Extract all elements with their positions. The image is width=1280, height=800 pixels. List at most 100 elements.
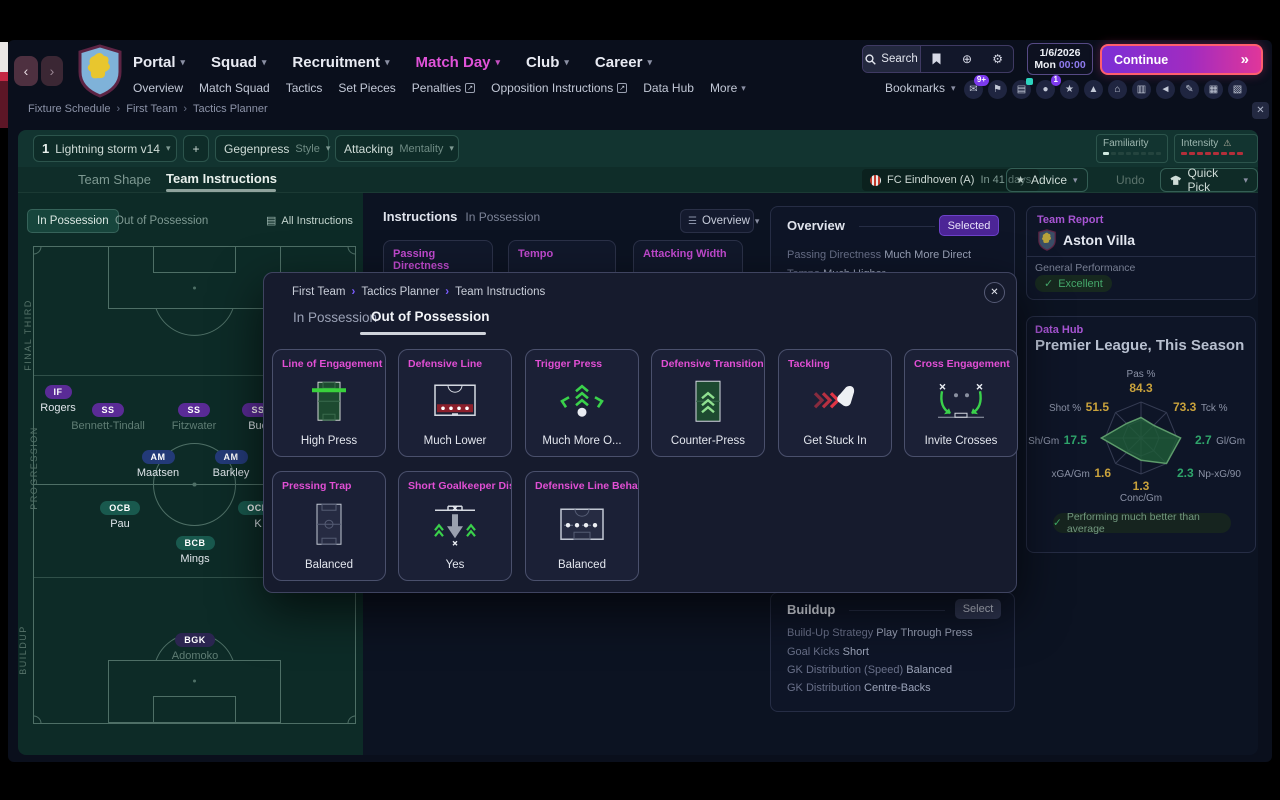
scouting-button[interactable]: ⌂ (1108, 80, 1127, 99)
training-button[interactable]: ▲ (1084, 80, 1103, 99)
external-link-icon: ↗ (617, 83, 628, 93)
divider (1027, 256, 1255, 257)
player-pau[interactable]: OCB Pau (65, 498, 175, 530)
subnav-overview[interactable]: Overview (133, 81, 183, 95)
overview-selected-button[interactable]: Selected (939, 215, 999, 236)
card-cross-engagement[interactable]: Cross Engagement Invite Crosses (904, 349, 1018, 457)
modal-tab-in-possession[interactable]: In Possession (293, 310, 377, 325)
player-mings[interactable]: BCB Mings (140, 533, 250, 565)
chevron-down-icon: ▾ (165, 143, 171, 153)
nav-club[interactable]: Club ▾ (526, 54, 569, 71)
nav-squad[interactable]: Squad ▾ (211, 54, 266, 71)
breadcrumb-fixture-schedule[interactable]: Fixture Schedule (28, 103, 111, 115)
competitions-button[interactable]: ★ (1060, 80, 1079, 99)
subnav-data-hub[interactable]: Data Hub (643, 81, 694, 95)
back-icon: ‹ (23, 63, 29, 79)
search-button[interactable]: Search (863, 46, 921, 72)
card-line-of-engagement[interactable]: Line of Engagement High Press (272, 349, 386, 457)
calendar-button[interactable]: ▦ (1204, 80, 1223, 99)
subnav-opposition-instructions[interactable]: Opposition Instructions ↗ (491, 81, 628, 95)
buildup-summary-panel: Buildup Select Build-Up Strategy Play Th… (770, 592, 1015, 712)
instruction-card-tempo[interactable]: Tempo (508, 240, 616, 276)
undo-button[interactable]: Undo (1116, 173, 1145, 187)
chevron-down-icon: ▾ (384, 56, 390, 67)
card-pressing-trap[interactable]: Pressing Trap Balanced (272, 471, 386, 581)
schedule-button[interactable]: ● 1 (1036, 75, 1061, 99)
news-button[interactable]: ▥ (1132, 80, 1151, 99)
modal-breadcrumb-tactics-planner[interactable]: Tactics Planner (361, 286, 439, 298)
player-role: AM (141, 450, 175, 464)
forward-button[interactable]: › (41, 56, 63, 86)
defensive-transition-icon (695, 380, 721, 422)
instruction-card-attacking-width[interactable]: Attacking Width (633, 240, 743, 276)
data-hub-badge-text: Performing much better than average (1066, 511, 1200, 535)
modal-breadcrumb-team-instructions[interactable]: Team Instructions (455, 286, 545, 298)
nav-career[interactable]: Career ▾ (595, 54, 652, 71)
reports-button[interactable]: ▤ (1012, 78, 1033, 99)
chevron-down-icon: ▾ (951, 82, 956, 93)
subnav-tactics[interactable]: Tactics (286, 81, 323, 95)
nav-recruitment[interactable]: Recruitment ▾ (292, 54, 389, 71)
schedule-badge: 1 (1050, 75, 1061, 86)
player-adomoko[interactable]: BGK Adomoko (140, 630, 250, 662)
megaphone-icon: ◄ (1160, 84, 1171, 95)
breadcrumb-first-team[interactable]: First Team (126, 103, 177, 115)
bookmarks-dropdown[interactable]: Bookmarks ▾ (885, 81, 956, 95)
defensive-line-behaviour-icon (560, 508, 604, 540)
search-players-button[interactable]: ✎ (1180, 80, 1199, 99)
card-defensive-transition[interactable]: Defensive Transition Counter-Press (651, 349, 765, 457)
quick-pick-button[interactable]: Quick Pick ▾ (1160, 166, 1258, 194)
modal-tab-out-of-possession[interactable]: Out of Possession (371, 309, 490, 324)
modal-close-button[interactable]: ✕ (984, 282, 1005, 303)
search-icon (865, 53, 877, 65)
advice-button[interactable]: ★ Advice ▾ (1006, 168, 1088, 192)
card-trigger-press[interactable]: Trigger Press Much More O... (525, 349, 639, 457)
squad-button[interactable]: ⚑ (988, 80, 1007, 99)
back-button[interactable]: ‹ (14, 56, 38, 86)
subnav-penalties[interactable]: Penalties ↗ (412, 81, 476, 95)
world-button[interactable]: ⊕ (952, 46, 983, 72)
breadcrumb-tactics-planner[interactable]: Tactics Planner (193, 103, 268, 115)
subnav-set-pieces[interactable]: Set Pieces (338, 81, 395, 95)
tab-team-shape[interactable]: Team Shape (78, 172, 151, 187)
continue-button[interactable]: Continue » (1100, 44, 1263, 75)
summary-row: GK Distribution (Speed) Balanced (787, 664, 953, 676)
close-page-button[interactable]: ✕ (1252, 102, 1269, 119)
inbox-button[interactable]: ✉ 9+ (964, 75, 989, 99)
tab-team-instructions[interactable]: Team Instructions (166, 171, 277, 186)
modal-breadcrumb-first-team[interactable]: First Team (292, 286, 345, 298)
chevron-down-icon: ▾ (564, 56, 569, 67)
buildup-select-button[interactable]: Select (955, 599, 1001, 619)
tactic-select[interactable]: 1 Lightning storm v14 ▾ (33, 135, 177, 162)
all-instructions-button[interactable]: ▤ All Instructions (266, 214, 353, 228)
chevron-down-icon: ▾ (1243, 174, 1248, 185)
card-defensive-line[interactable]: Defensive Line Much Lower (398, 349, 512, 457)
instruction-card-passing-directness[interactable]: Passing Directness (383, 240, 493, 276)
style-select[interactable]: Gegenpress Style ▾ (215, 135, 330, 162)
notes-button[interactable]: ▧ (1228, 80, 1247, 99)
card-defensive-line-behaviour[interactable]: Defensive Line Behavio Balanced (525, 471, 639, 581)
familiarity-bar (1103, 152, 1161, 155)
bookmark-button[interactable] (921, 46, 952, 72)
mentality-select[interactable]: Attacking Mentality ▾ (335, 135, 459, 162)
media-button[interactable]: ◄ (1156, 80, 1175, 99)
team-report-panel: Team Report Aston Villa General Performa… (1026, 206, 1256, 300)
pitch-toggle-in-possession[interactable]: In Possession (27, 209, 119, 233)
subnav-match-squad[interactable]: Match Squad (199, 81, 270, 95)
breadcrumb: Fixture Schedule › First Team › Tactics … (28, 103, 268, 115)
instructions-title: Instructions (383, 209, 458, 224)
pitch-toggle-out-of-possession[interactable]: Out of Possession (106, 209, 217, 233)
nav-portal[interactable]: Portal ▾ (133, 54, 185, 71)
subnav-more[interactable]: More ▾ (710, 81, 746, 95)
card-tackling[interactable]: Tackling Get Stuck In (778, 349, 892, 457)
card-short-goalkeeper-distribution[interactable]: Short Goalkeeper Distr Yes (398, 471, 512, 581)
settings-button[interactable]: ⚙ (982, 46, 1013, 72)
add-tactic-button[interactable]: + (183, 135, 209, 162)
game-date: 1/6/2026 Mon 00:00 (1027, 43, 1093, 75)
tactic-name: Lightning storm v14 (55, 141, 160, 156)
team-name[interactable]: Aston Villa (1063, 232, 1135, 248)
nav-match-day[interactable]: Match Day ▾ (415, 54, 500, 71)
day-value: Mon (1034, 59, 1056, 71)
view-dropdown[interactable]: ☰ Overview ▾ (680, 209, 759, 233)
squad-shirt-icon: ⚑ (993, 84, 1002, 95)
